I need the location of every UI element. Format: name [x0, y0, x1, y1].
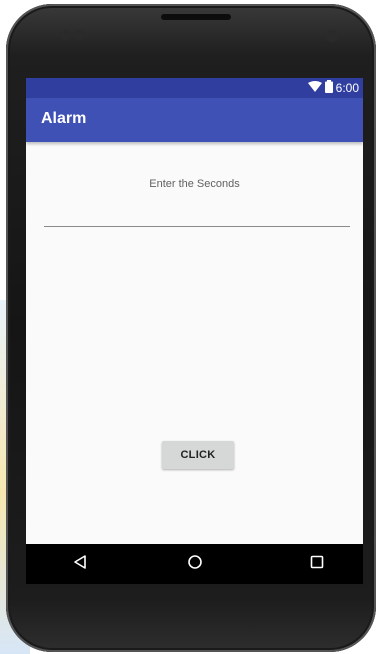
back-icon [72, 554, 88, 575]
status-time: 6:00 [335, 81, 359, 95]
seconds-prompt-label: Enter the Seconds [149, 178, 240, 190]
front-sensor [74, 30, 84, 40]
recent-apps-button[interactable] [305, 552, 329, 576]
battery-icon [324, 80, 333, 96]
front-camera [326, 30, 338, 42]
front-sensor [61, 30, 71, 40]
status-icons: 6:00 [307, 80, 359, 96]
back-button[interactable] [68, 552, 92, 576]
device-screen: 6:00 Alarm Enter the Seconds CLICK [26, 78, 363, 584]
app-title: Alarm [41, 110, 87, 127]
seconds-input[interactable] [44, 206, 350, 227]
home-icon [187, 554, 203, 575]
home-button[interactable] [183, 552, 207, 576]
wifi-icon [307, 81, 322, 95]
status-bar: 6:00 [26, 78, 363, 98]
app-bar: Alarm [26, 98, 363, 142]
earpiece [161, 14, 231, 20]
click-button[interactable]: CLICK [162, 441, 234, 469]
navigation-bar [26, 544, 363, 584]
recent-apps-icon [309, 554, 325, 575]
